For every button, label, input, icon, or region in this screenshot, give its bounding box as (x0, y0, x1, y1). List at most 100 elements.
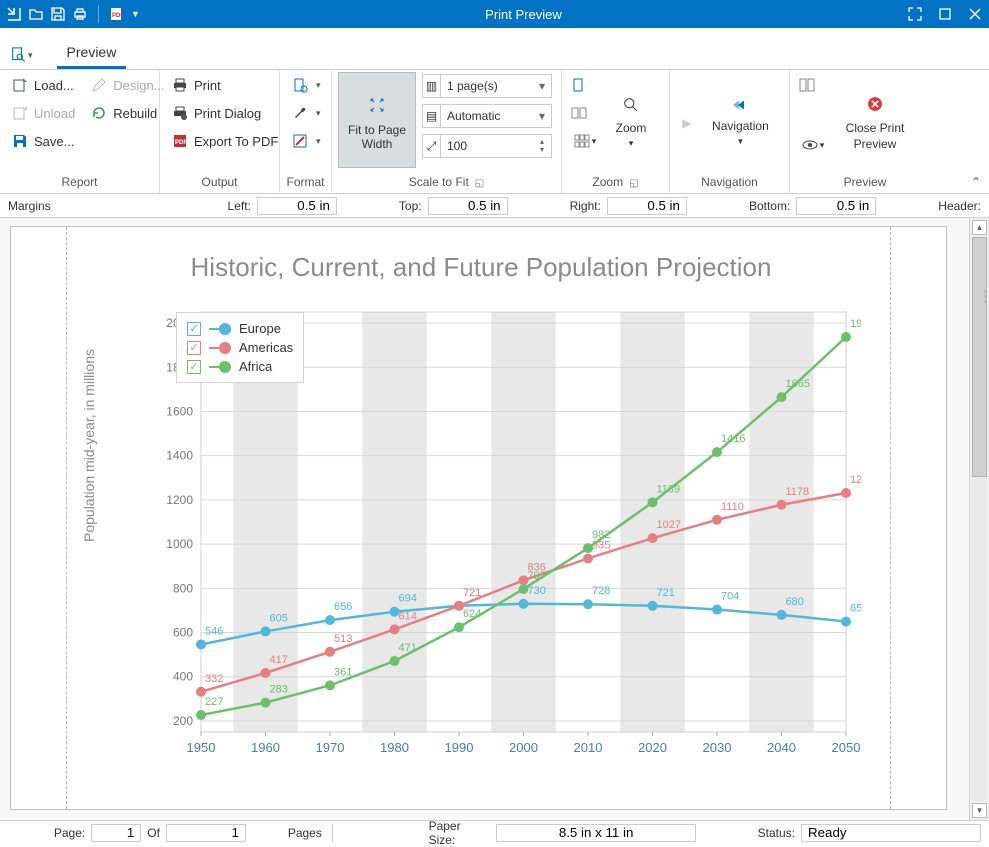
chart-ylabel: Population mid-year, in millions (81, 349, 97, 542)
page-setup-button[interactable]: ▾ (286, 72, 327, 98)
open-icon[interactable] (28, 6, 44, 22)
margin-top-input[interactable] (428, 197, 508, 215)
pdf-icon[interactable]: PDF (109, 6, 125, 22)
svg-text:1178: 1178 (786, 486, 810, 498)
zoom-launcher[interactable]: ◱ (629, 178, 638, 189)
thumbnails-button[interactable] (796, 74, 818, 96)
tab-preview[interactable]: Preview (57, 40, 127, 69)
svg-text:400: 400 (173, 670, 193, 684)
vertical-scrollbar[interactable]: ▴ ▾ (970, 218, 989, 820)
unload-icon (12, 105, 28, 121)
svg-text:1200: 1200 (166, 493, 193, 507)
svg-text:417: 417 (270, 654, 288, 666)
scale-launcher[interactable]: ◱ (475, 178, 484, 189)
print-dialog-button[interactable]: Print Dialog (166, 100, 284, 126)
maximize-icon[interactable] (937, 6, 953, 22)
group-format: ▾ ▾ ▾ Format (280, 70, 332, 193)
svg-text:935: 935 (592, 539, 610, 551)
page-icon (292, 77, 308, 93)
status-bar: Page: Of Pages Paper Size: Status: (0, 820, 989, 844)
arrow-in-icon[interactable] (6, 6, 22, 22)
svg-text:600: 600 (173, 626, 193, 640)
svg-text:1400: 1400 (166, 449, 193, 463)
fullscreen-icon[interactable] (907, 6, 923, 22)
margin-right-input[interactable] (607, 197, 687, 215)
svg-text:797: 797 (528, 570, 546, 582)
svg-text:624: 624 (463, 608, 481, 620)
svg-text:2040: 2040 (767, 740, 796, 755)
svg-text:982: 982 (592, 529, 610, 541)
svg-text:721: 721 (463, 587, 481, 599)
print-button[interactable]: Print (166, 72, 284, 98)
rebuild-button[interactable]: Rebuild (85, 100, 170, 126)
load-button[interactable]: Load... (6, 72, 81, 98)
svg-text:471: 471 (399, 642, 417, 654)
collapse-ribbon-button[interactable]: ⌃ (971, 175, 981, 189)
svg-text:605: 605 (270, 612, 288, 624)
printer-gear-icon (172, 105, 188, 121)
svg-text:200: 200 (173, 714, 193, 728)
navigation-button[interactable]: Navigation▾ (698, 72, 783, 168)
legend-checkbox[interactable]: ✓ (187, 322, 201, 336)
one-page-button[interactable] (568, 74, 590, 96)
percent-spinner[interactable]: ⤢100▴▾ (422, 134, 552, 158)
page-input[interactable] (91, 824, 141, 842)
save-disk-icon (12, 133, 28, 149)
export-pdf-button[interactable]: PDFExport To PDF (166, 128, 284, 154)
multi-page-button[interactable]: ▾ (568, 130, 602, 152)
svg-text:730: 730 (528, 585, 546, 597)
wrench-button[interactable]: ▾ (286, 100, 327, 126)
pages-icon: ▥ (423, 75, 441, 97)
percent-icon: ⤢ (423, 135, 441, 157)
scroll-up-button[interactable]: ▴ (972, 220, 987, 235)
save-button[interactable]: Save... (6, 128, 81, 154)
chart-title: Historic, Current, and Future Population… (81, 252, 881, 283)
view-button[interactable]: ▾ (796, 134, 830, 156)
paper-size (496, 824, 695, 842)
canvas[interactable]: Historic, Current, and Future Population… (0, 218, 970, 820)
svg-text:1980: 1980 (380, 740, 409, 755)
svg-text:800: 800 (173, 581, 193, 595)
pages-dropdown[interactable]: ▥1 page(s)▾ (422, 74, 552, 98)
svg-text:2030: 2030 (703, 740, 732, 755)
scroll-thumb[interactable] (972, 237, 987, 477)
svg-text:694: 694 (399, 593, 417, 605)
ribbon: Load... Unload Save... Design... Rebuild… (0, 70, 989, 194)
group-report: Load... Unload Save... Design... Rebuild… (0, 70, 160, 193)
svg-text:1189: 1189 (657, 483, 681, 495)
two-page-button[interactable] (568, 102, 590, 124)
legend-checkbox[interactable]: ✓ (187, 360, 201, 374)
scroll-track[interactable] (972, 237, 987, 801)
auto-dropdown[interactable]: ▤Automatic▾ (422, 104, 552, 128)
svg-text:1231: 1231 (850, 474, 861, 486)
nav-arrows-icon (724, 93, 756, 117)
fit-width-icon (361, 89, 393, 121)
workspace: Historic, Current, and Future Population… (0, 218, 989, 820)
fit-page-width-button[interactable]: Fit to Page Width (338, 72, 416, 168)
unload-button: Unload (6, 100, 81, 126)
watermark-button[interactable]: ▾ (286, 128, 327, 154)
legend-checkbox[interactable]: ✓ (187, 341, 201, 355)
design-button: Design... (85, 72, 170, 98)
svg-text:546: 546 (205, 625, 223, 637)
ribbon-tabs: ▾ Preview (0, 28, 989, 70)
svg-text:721: 721 (657, 587, 675, 599)
status-field (801, 824, 981, 842)
print-icon[interactable] (72, 6, 88, 22)
svg-text:2020: 2020 (638, 740, 667, 755)
svg-text:1937: 1937 (850, 318, 861, 330)
file-tab[interactable]: ▾ (10, 47, 33, 69)
margin-left-input[interactable] (257, 197, 337, 215)
scroll-down-button[interactable]: ▾ (972, 803, 987, 818)
zoom-button[interactable]: Zoom▾ (602, 72, 660, 168)
save-icon[interactable] (50, 6, 66, 22)
close-preview-button[interactable]: Close Print Preview (830, 72, 920, 168)
margin-bottom-input[interactable] (796, 197, 876, 215)
group-navigation: ▶ Navigation▾ Navigation (670, 70, 790, 193)
dropdown-caret-icon[interactable]: ▼ (131, 9, 140, 19)
svg-text:PDF: PDF (175, 140, 187, 146)
svg-text:1970: 1970 (316, 740, 345, 755)
group-preview: ▾ Close Print Preview Preview (790, 70, 940, 193)
svg-text:1000: 1000 (166, 537, 193, 551)
close-icon[interactable] (967, 6, 983, 22)
